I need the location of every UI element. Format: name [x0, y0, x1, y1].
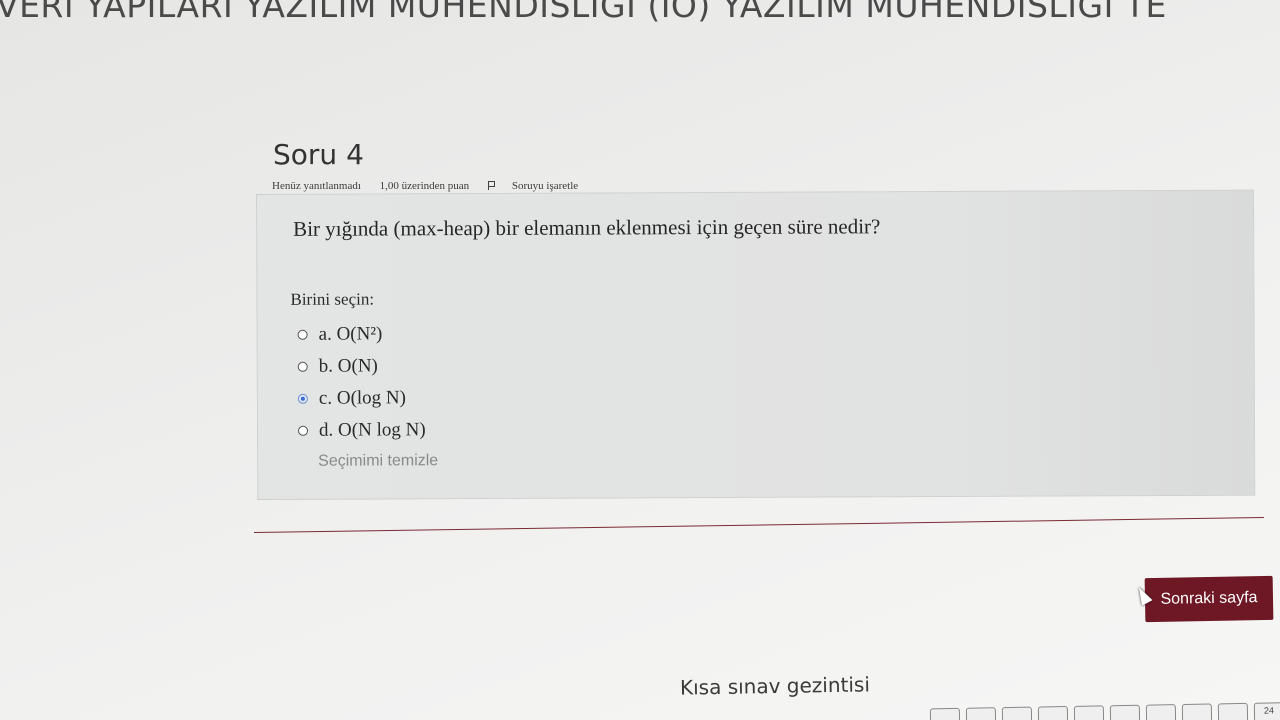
quiz-navigation-buttons: 24 25	[929, 702, 1280, 720]
option-text: O(N²)	[336, 323, 383, 345]
flag-icon	[487, 181, 496, 190]
option-text: O(N)	[337, 355, 378, 377]
question-text: Bir yığında (max-heap) bir elemanın ekle…	[293, 214, 881, 241]
radio-button-selected[interactable]	[297, 393, 308, 404]
answer-prompt: Birini seçin:	[290, 289, 375, 309]
answer-option-a[interactable]: a. O(N²)	[297, 318, 426, 351]
nav-page-button[interactable]	[965, 707, 997, 720]
nav-page-button[interactable]	[1145, 704, 1177, 720]
nav-page-button[interactable]	[1001, 706, 1033, 720]
question-points: 1,00 üzerinden puan	[379, 180, 470, 192]
nav-page-button[interactable]	[1217, 702, 1249, 720]
question-box: Bir yığında (max-heap) bir elemanın ekle…	[256, 189, 1256, 500]
flag-question-link[interactable]: Soruyu işaretle	[487, 180, 594, 192]
answer-option-b[interactable]: b. O(N)	[297, 350, 426, 383]
nav-page-button[interactable]	[1181, 703, 1213, 720]
option-letter: b.	[318, 355, 334, 377]
quiz-navigation-title: Kısa sınav gezintisi	[679, 672, 871, 700]
answer-option-c[interactable]: c. O(log N)	[297, 382, 426, 415]
question-info: Henüz yanıtlanmadı 1,00 üzerinden puan S…	[272, 180, 610, 192]
answer-option-d[interactable]: d. O(N log N)	[298, 414, 426, 447]
next-page-button[interactable]: Sonraki sayfa	[1144, 575, 1274, 623]
flag-question-label: Soruyu işaretle	[511, 180, 579, 192]
clear-selection-link[interactable]: Seçimimi temizle	[318, 452, 438, 471]
answer-options: a. O(N²) b. O(N) c. O(log N) d. O(N log …	[297, 318, 426, 447]
radio-button[interactable]	[297, 361, 308, 372]
nav-page-button[interactable]: 24	[1253, 702, 1280, 720]
option-letter: c.	[318, 387, 333, 409]
course-title: VERİ YAPILARI YAZILIM MÜHENDİSLİĞİ (İÖ) …	[0, 0, 1167, 25]
radio-button[interactable]	[297, 329, 308, 340]
option-letter: a.	[318, 323, 332, 345]
question-heading: Soru 4	[273, 138, 364, 171]
question-status: Henüz yanıtlanmadı	[272, 180, 361, 192]
radio-button[interactable]	[298, 425, 309, 436]
nav-page-button[interactable]	[929, 707, 961, 720]
nav-page-button[interactable]	[1073, 705, 1105, 720]
option-text: O(log N)	[336, 387, 407, 409]
option-letter: d.	[318, 419, 334, 441]
nav-page-button[interactable]	[1109, 704, 1141, 720]
section-divider	[254, 517, 1264, 533]
nav-page-button[interactable]	[1037, 705, 1069, 720]
option-text: O(N log N)	[337, 419, 426, 441]
